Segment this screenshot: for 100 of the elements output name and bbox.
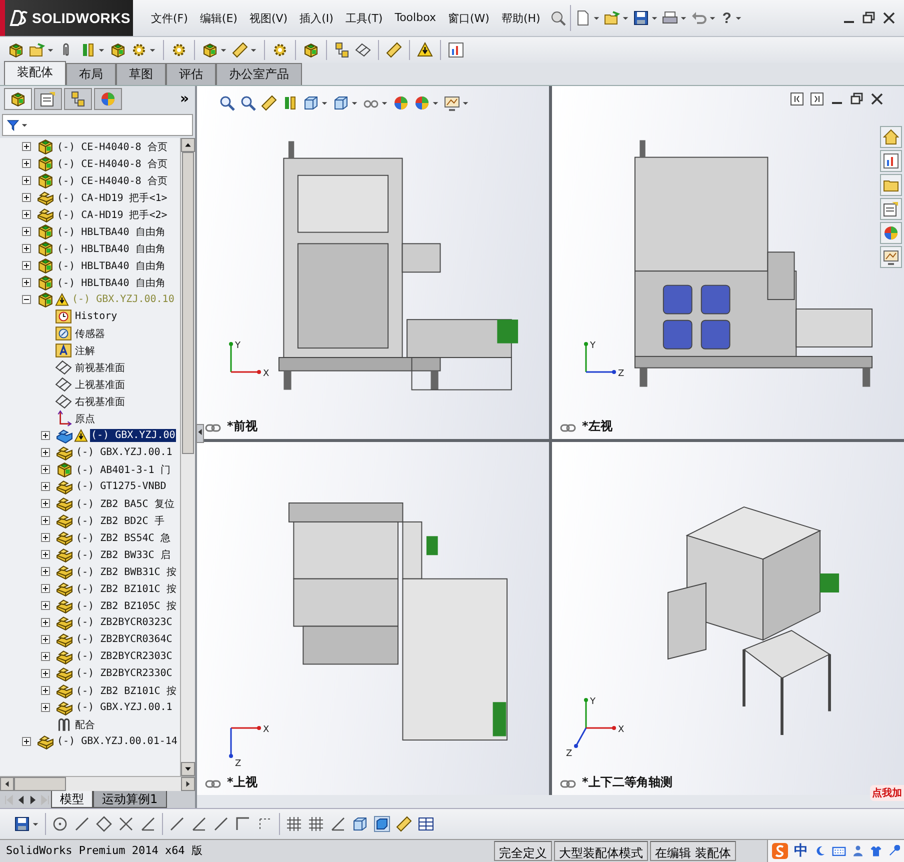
expand-toggle-icon[interactable] xyxy=(41,465,50,474)
tree-item-label[interactable]: (-) ZB2 BA5C 复位 xyxy=(75,496,176,512)
appearance-icon[interactable] xyxy=(880,222,902,244)
angle-icon[interactable] xyxy=(330,816,346,832)
caret-icon[interactable] xyxy=(593,15,600,21)
tree-item-label[interactable]: (-) ZB2 BZ101C 按 xyxy=(75,580,178,596)
tree-item-label[interactable]: 前视基准面 xyxy=(74,360,126,376)
part-icon[interactable] xyxy=(56,699,73,716)
menu-item[interactable]: 工具(T) xyxy=(339,8,389,28)
tree-item-label[interactable]: 传感器 xyxy=(74,326,106,342)
expand-toggle-icon[interactable] xyxy=(41,567,50,576)
property-manager-tab-icon[interactable] xyxy=(40,91,56,107)
tree-item-label[interactable]: (-) AB401-3-1 门 xyxy=(75,462,172,478)
tree-item-label[interactable]: 上视基准面 xyxy=(74,376,126,392)
wrench-icon[interactable] xyxy=(888,845,900,857)
expand-toggle-icon[interactable] xyxy=(41,635,50,644)
command-tab[interactable]: 评估 xyxy=(166,63,216,85)
command-tab[interactable]: 布局 xyxy=(66,63,116,85)
assembly-icon[interactable] xyxy=(37,138,54,155)
scroll-up-icon[interactable] xyxy=(184,141,192,149)
tree-item-label[interactable]: (-) ZB2BYCR0364C xyxy=(75,633,174,646)
plane-icon[interactable] xyxy=(55,393,72,410)
tree-item-label[interactable]: (-) GBX.YZJ.00 xyxy=(90,429,176,442)
corner-icon[interactable] xyxy=(235,816,251,832)
save-icon[interactable] xyxy=(633,10,650,26)
chart-icon[interactable] xyxy=(448,42,464,58)
tree-item-label[interactable]: (-) ZB2 BZ101C 按 xyxy=(75,682,178,698)
expand-toggle-icon[interactable] xyxy=(41,584,50,593)
caret-icon[interactable] xyxy=(21,122,28,128)
part-icon[interactable] xyxy=(56,648,73,665)
expand-toggle-icon[interactable] xyxy=(22,227,31,236)
caret-icon[interactable] xyxy=(622,15,630,21)
part-icon[interactable] xyxy=(56,444,73,461)
expand-toggle-icon[interactable] xyxy=(22,159,31,168)
close-icon[interactable] xyxy=(870,92,884,106)
folder-icon[interactable] xyxy=(880,174,902,196)
assembly-features-icon[interactable] xyxy=(303,42,319,58)
assembly-icon[interactable] xyxy=(37,223,54,240)
assembly-icon[interactable] xyxy=(37,172,54,189)
restore-icon[interactable] xyxy=(862,11,876,25)
zoom-to-fit-icon[interactable] xyxy=(219,95,235,111)
moon-icon[interactable] xyxy=(814,845,826,857)
expand-toggle-icon[interactable] xyxy=(41,516,50,525)
expand-toggle-icon[interactable] xyxy=(41,618,50,627)
tree-item-label[interactable]: (-) ZB2BYCR0323C xyxy=(75,616,174,629)
part-icon[interactable] xyxy=(56,682,73,699)
tree-item-label[interactable]: (-) CE-H4040-8 合页 xyxy=(56,156,168,172)
tree-item-label[interactable]: (-) ZB2 BWB31C 按 xyxy=(75,564,178,580)
appearance-icon[interactable] xyxy=(393,95,409,111)
part-icon[interactable] xyxy=(56,495,73,512)
ime-mode-button[interactable]: 中 xyxy=(794,842,808,860)
filter-field[interactable] xyxy=(2,114,193,136)
part-icon[interactable] xyxy=(56,580,73,597)
assembly-icon[interactable] xyxy=(37,155,54,172)
tree-item-label[interactable]: 原点 xyxy=(74,410,96,426)
component-preview-icon[interactable] xyxy=(110,42,126,58)
tree-item-label[interactable]: (-) GBX.YZJ.00.1 xyxy=(75,446,174,459)
expand-toggle-icon[interactable] xyxy=(41,669,50,678)
caret-icon[interactable] xyxy=(432,100,439,106)
caret-icon[interactable] xyxy=(47,47,54,53)
tree-item-label[interactable]: (-) CE-H4040-8 合页 xyxy=(56,138,168,154)
caret-icon[interactable] xyxy=(735,15,742,21)
assembly-icon[interactable] xyxy=(37,291,54,308)
tree-item-label[interactable]: (-) GBX.YZJ.00.01-14 xyxy=(56,735,178,748)
model-tab[interactable]: 运动算例1 xyxy=(93,791,167,808)
menu-item[interactable]: 编辑(E) xyxy=(194,8,244,28)
expand-toggle-icon[interactable] xyxy=(22,737,31,746)
part-icon[interactable] xyxy=(56,614,73,631)
grid-icon[interactable] xyxy=(308,816,324,832)
open-folder-icon[interactable] xyxy=(29,42,45,58)
part-icon[interactable] xyxy=(56,631,73,648)
model-tab[interactable]: 模型 xyxy=(51,791,93,808)
tree-item-label[interactable]: History xyxy=(74,310,118,323)
part-icon[interactable] xyxy=(56,597,73,614)
gear-icon[interactable] xyxy=(272,42,288,58)
expand-toggle-icon[interactable] xyxy=(22,210,31,219)
open-folder-icon[interactable] xyxy=(604,10,620,26)
plane-icon[interactable] xyxy=(55,359,72,376)
angle-icon[interactable] xyxy=(191,816,207,832)
tree-item-label[interactable]: (-) CE-H4040-8 合页 xyxy=(56,172,168,188)
scrollbar-thumb[interactable] xyxy=(182,152,194,454)
save-icon[interactable] xyxy=(14,816,30,832)
view-settings-icon[interactable] xyxy=(444,95,460,111)
ime-logo-icon[interactable] xyxy=(772,843,788,859)
move-component-icon[interactable] xyxy=(202,42,218,58)
line-icon[interactable] xyxy=(169,816,185,832)
expand-toggle-icon[interactable] xyxy=(41,550,50,559)
tree-item-label[interactable]: 注解 xyxy=(74,342,96,358)
tree-item-label[interactable]: 配合 xyxy=(74,716,96,732)
circle-icon[interactable] xyxy=(52,816,68,832)
expand-toggle-icon[interactable] xyxy=(41,482,50,491)
caret-icon[interactable] xyxy=(651,15,658,21)
restore-icon[interactable] xyxy=(850,92,864,106)
tree-item-label[interactable]: (-) CA-HD19 把手<1> xyxy=(56,190,168,206)
insert-component-icon[interactable] xyxy=(8,42,24,58)
scroll-right-icon[interactable] xyxy=(184,780,192,788)
part-icon[interactable] xyxy=(56,478,73,495)
cube-icon[interactable] xyxy=(352,816,368,832)
scroll-left-icon[interactable] xyxy=(3,780,11,788)
scene-icon[interactable] xyxy=(414,95,430,111)
